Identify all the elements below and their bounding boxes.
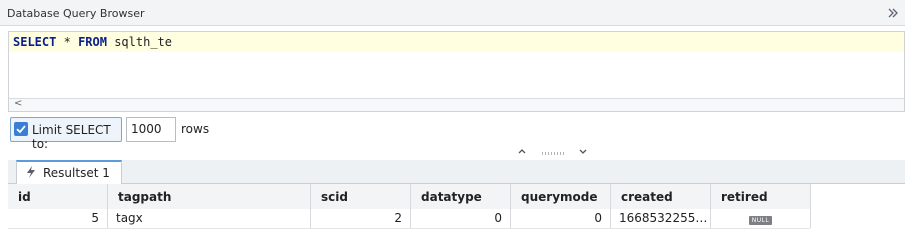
chevron-up-icon[interactable] bbox=[517, 147, 527, 158]
checkbox-checked-icon[interactable] bbox=[14, 122, 28, 136]
column-header-retired[interactable]: retired bbox=[711, 184, 811, 209]
limit-rows-input[interactable] bbox=[131, 122, 175, 136]
cell-id[interactable]: 5 bbox=[8, 209, 108, 228]
cell-created[interactable]: 1668532255… bbox=[611, 209, 711, 228]
tab-resultset-1[interactable]: Resultset 1 bbox=[16, 160, 122, 184]
table-header-row: id tagpath scid datatype querymode creat… bbox=[8, 184, 811, 210]
keyword-from: FROM bbox=[78, 35, 107, 49]
pane-splitter[interactable] bbox=[0, 147, 905, 159]
window-title: Database Query Browser bbox=[7, 7, 145, 20]
column-header-id[interactable]: id bbox=[8, 184, 108, 209]
collapse-chevron-icon[interactable] bbox=[885, 6, 899, 20]
table-row[interactable]: 5 tagx 2 0 0 1668532255… NULL bbox=[8, 209, 811, 229]
sql-editor[interactable]: SELECT * FROM sqlth_te < bbox=[8, 31, 905, 112]
lightning-icon bbox=[25, 165, 37, 179]
column-header-tagpath[interactable]: tagpath bbox=[108, 184, 311, 209]
table-name: sqlth_te bbox=[114, 35, 172, 49]
splitter-grip-icon[interactable] bbox=[542, 152, 566, 155]
select-star: * bbox=[63, 35, 71, 49]
results-table[interactable]: id tagpath scid datatype querymode creat… bbox=[8, 184, 905, 240]
results-tab-strip: Resultset 1 bbox=[8, 160, 905, 184]
cell-retired[interactable]: NULL bbox=[711, 209, 811, 228]
keyword-select: SELECT bbox=[13, 35, 57, 49]
chevron-down-icon[interactable] bbox=[578, 147, 588, 158]
null-badge: NULL bbox=[748, 216, 773, 225]
tab-label: Resultset 1 bbox=[43, 166, 110, 180]
scroll-left-icon[interactable]: < bbox=[14, 98, 22, 109]
cell-tagpath[interactable]: tagx bbox=[108, 209, 311, 228]
cell-querymode[interactable]: 0 bbox=[511, 209, 611, 228]
cell-scid[interactable]: 2 bbox=[311, 209, 411, 228]
rows-label: rows bbox=[181, 122, 210, 136]
column-header-scid[interactable]: scid bbox=[311, 184, 411, 209]
limit-select-checkbox[interactable]: Limit SELECT to: bbox=[10, 117, 122, 151]
column-header-created[interactable]: created bbox=[611, 184, 711, 209]
column-header-querymode[interactable]: querymode bbox=[511, 184, 611, 209]
column-header-datatype[interactable]: datatype bbox=[411, 184, 511, 209]
limit-rows-input-box[interactable] bbox=[126, 117, 176, 142]
title-bar: Database Query Browser bbox=[0, 0, 905, 26]
editor-horizontal-scrollbar[interactable]: < bbox=[9, 98, 904, 111]
cell-datatype[interactable]: 0 bbox=[411, 209, 511, 228]
sql-query-text[interactable]: SELECT * FROM sqlth_te bbox=[13, 35, 172, 49]
